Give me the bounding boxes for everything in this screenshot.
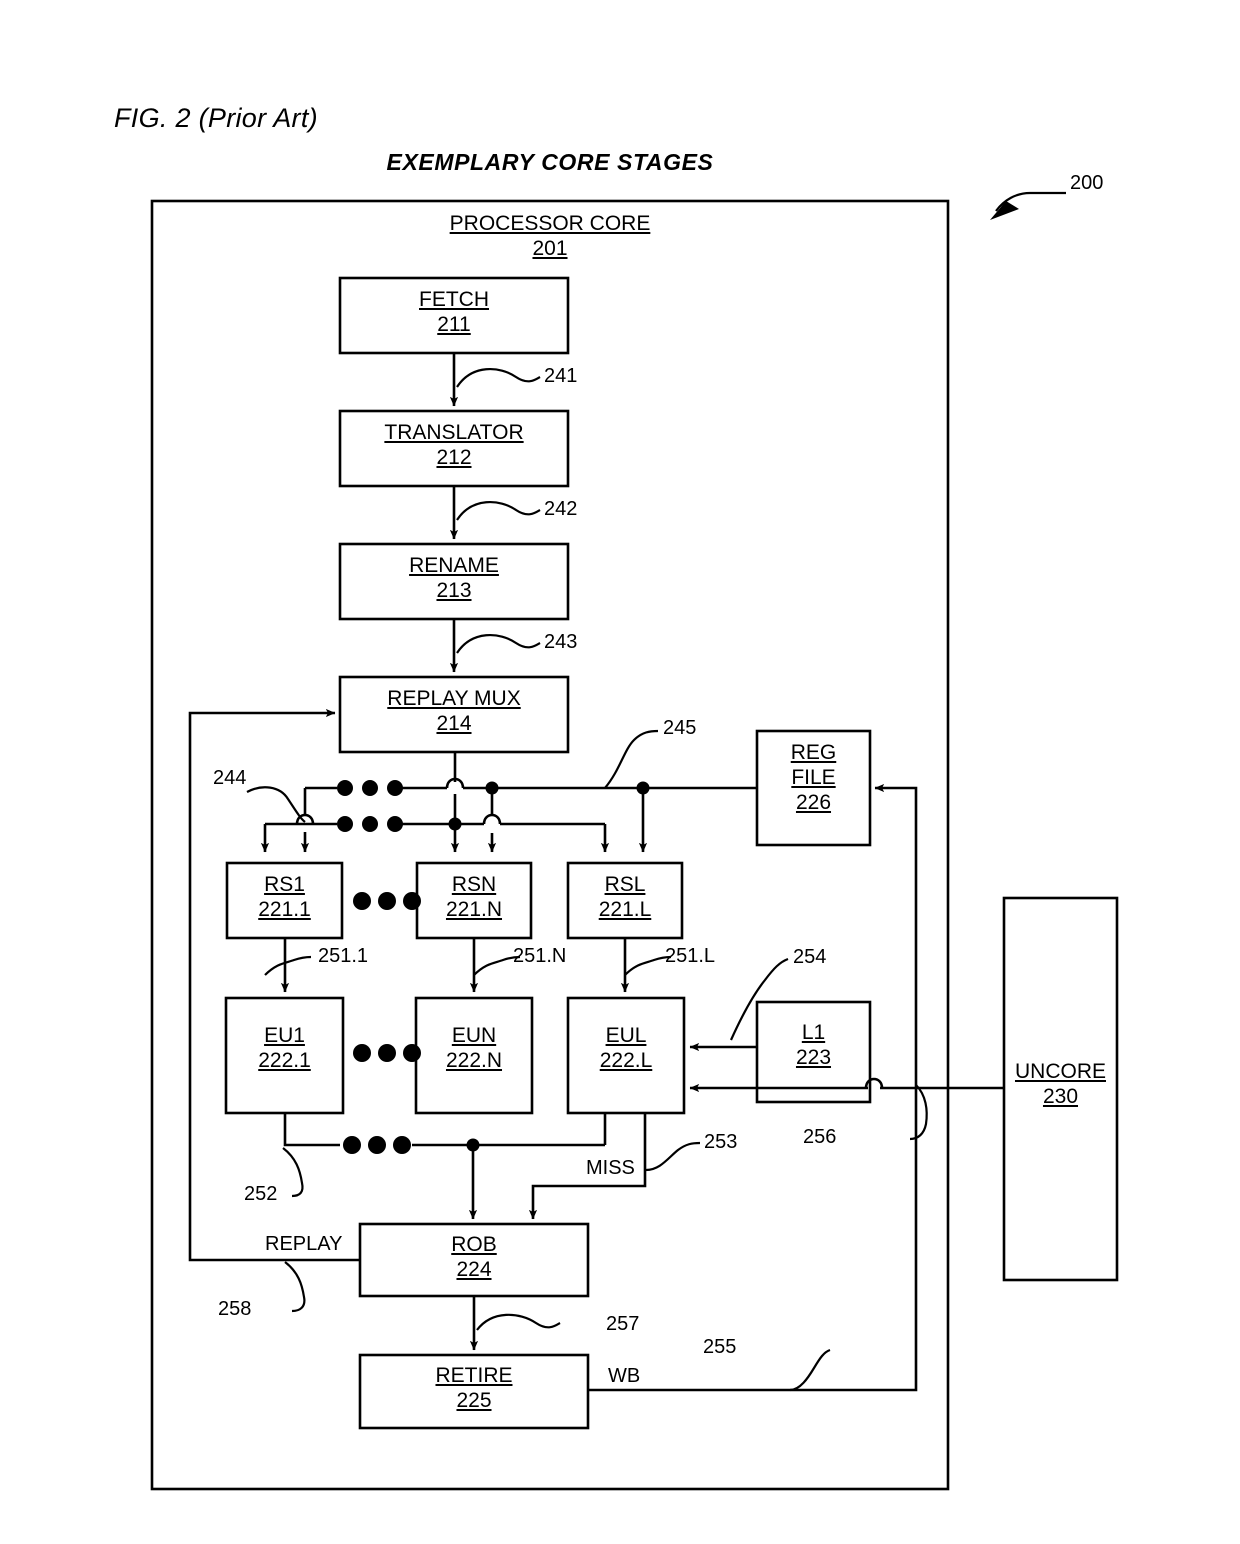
rename-box: [338, 542, 570, 621]
reg-file-box: [755, 729, 872, 847]
ref-244: 244: [213, 767, 247, 789]
translator-box: [338, 409, 570, 488]
replay-feedback-line: [188, 708, 360, 1262]
wb-signal-label: WB: [608, 1365, 641, 1387]
uncore-hop-874: [864, 1077, 884, 1089]
leader-255: [789, 1348, 831, 1392]
leader-256: [909, 1084, 928, 1141]
leader-245: [604, 729, 659, 789]
ref-251-n: 251.N: [513, 945, 567, 967]
leader-253: [645, 1141, 701, 1172]
ref-258: 258: [218, 1298, 252, 1320]
eu-row-ellipsis-dots: [353, 1044, 421, 1062]
eu1-box: [224, 996, 345, 1115]
eu-output-ellipsis-dots: [343, 1136, 411, 1154]
leader-243: [456, 633, 541, 654]
leader-251-1: [264, 955, 312, 976]
arrowhead-200: [990, 201, 1019, 220]
ref-255: 255: [703, 1336, 737, 1358]
ref-200: 200: [1070, 172, 1104, 194]
junction-dot-643-upper: [636, 781, 650, 795]
replay-mux-box: [338, 675, 570, 754]
leader-242: [456, 500, 541, 521]
ref-257: 257: [606, 1313, 640, 1335]
ref-251-l: 251.L: [665, 945, 716, 967]
rsn-box: [415, 861, 533, 940]
retire-box: [358, 1353, 590, 1430]
ref-253: 253: [704, 1131, 738, 1153]
leader-258: [284, 1261, 306, 1313]
junction-dot-455-lower: [448, 817, 462, 831]
bus-hop-305: [295, 813, 315, 825]
bus-lower-hop-492: [482, 813, 502, 825]
miss-signal-label: MISS: [586, 1157, 635, 1179]
rs-row-ellipsis-dots: [353, 892, 421, 910]
rob-box: [358, 1222, 590, 1298]
ref-243: 243: [544, 631, 578, 653]
leader-244: [246, 786, 306, 823]
eu1-output-line: [283, 1113, 340, 1147]
leader-241: [456, 367, 541, 388]
ref-251-1: 251.1: [318, 945, 369, 967]
ref-256: 256: [803, 1126, 837, 1148]
patent-figure-page: FIG. 2 (Prior Art) EXEMPLARY CORE STAGES: [0, 0, 1240, 1544]
replay-signal-label: REPLAY: [265, 1233, 343, 1255]
ref-245: 245: [663, 717, 697, 739]
fetch-box: [338, 276, 570, 355]
junction-dot-492-upper: [485, 781, 499, 795]
eun-box: [414, 996, 534, 1115]
leader-254: [729, 957, 789, 1041]
eul-box: [566, 996, 686, 1115]
ref-241: 241: [544, 365, 578, 387]
rs1-box: [225, 861, 344, 940]
uncore-box: [1002, 896, 1119, 1282]
leader-257: [476, 1313, 561, 1331]
ref-252: 252: [244, 1183, 278, 1205]
leader-252: [282, 1147, 304, 1198]
ref-242: 242: [544, 498, 578, 520]
ref-254: 254: [793, 946, 827, 968]
bus-ellipsis-dots: [337, 780, 403, 832]
rsl-box: [566, 861, 684, 940]
